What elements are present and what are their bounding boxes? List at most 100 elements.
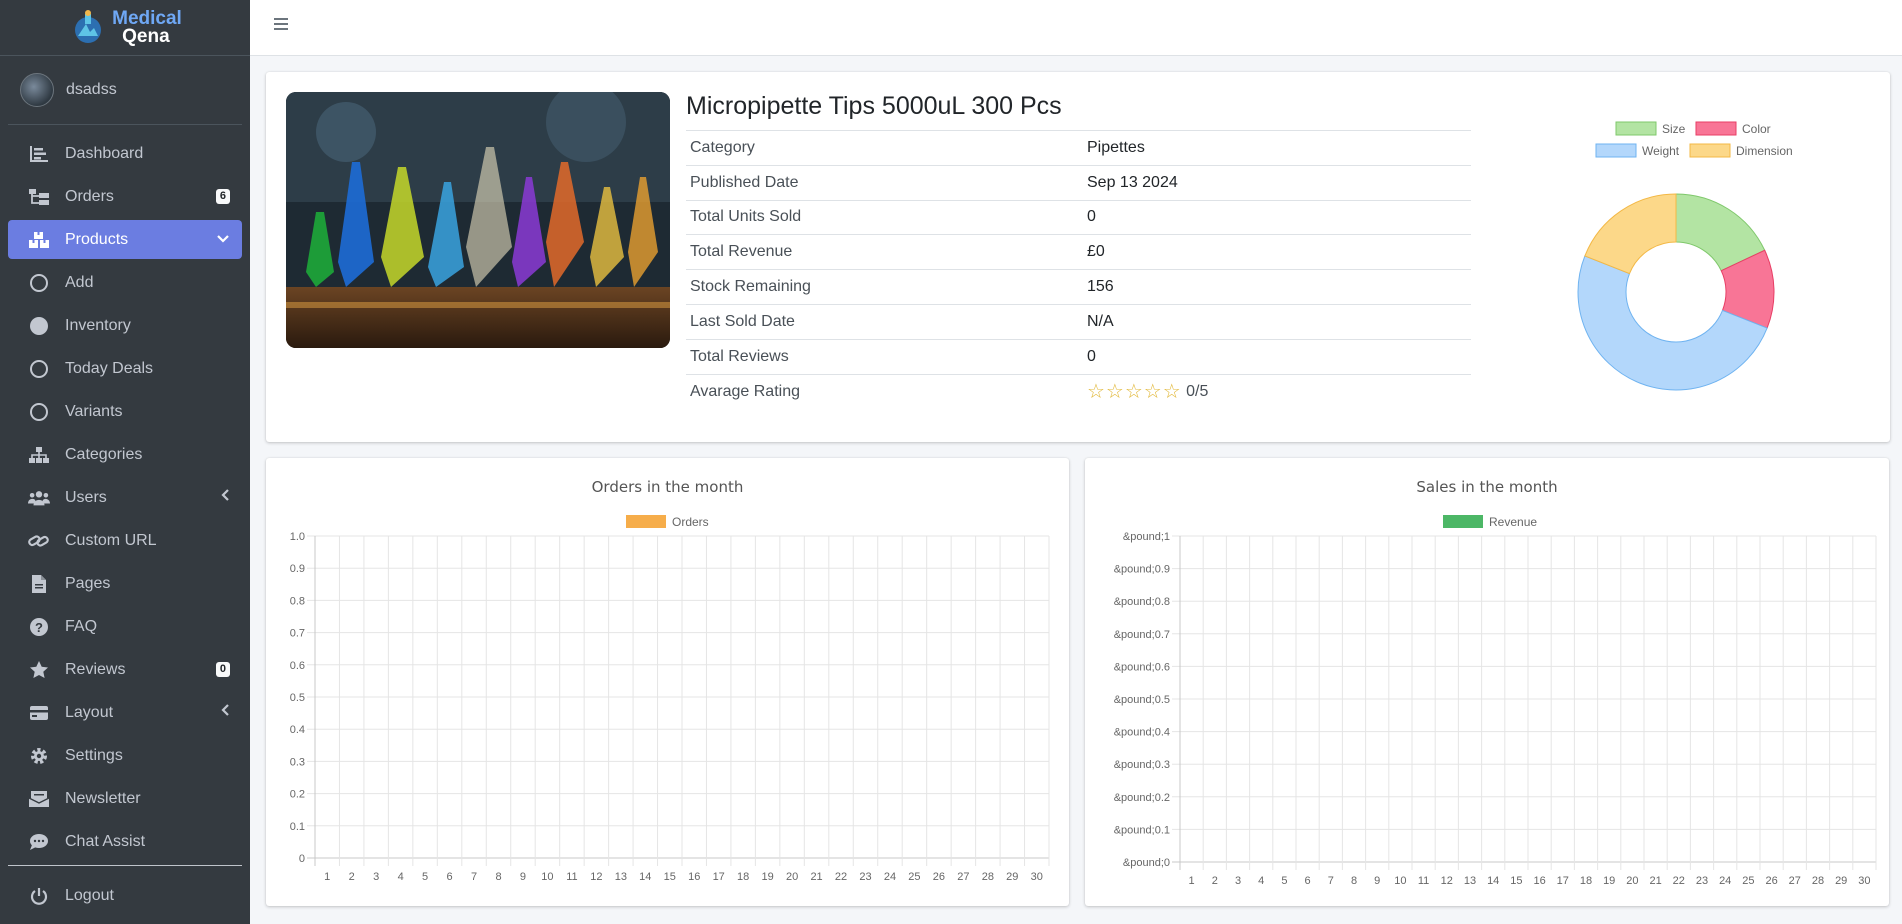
- chevron-left-icon: [220, 488, 230, 507]
- x-tick-label: 4: [398, 871, 404, 883]
- sidebar-item-label: Today Deals: [65, 359, 154, 377]
- x-tick-label: 18: [737, 871, 749, 883]
- logout-label: Logout: [65, 886, 114, 904]
- sidebar-item-settings[interactable]: Settings: [8, 736, 242, 775]
- revenue-value: £0: [1083, 234, 1471, 270]
- x-tick-label: 8: [1351, 875, 1357, 887]
- layout-icon: [28, 705, 50, 721]
- brand-line1: Medical: [112, 7, 182, 29]
- y-tick-label: 0.3: [290, 756, 305, 768]
- table-row: Total Revenue £0: [686, 234, 1471, 270]
- sidebar-nav: Dashboard Orders 6 Products Add Inventor…: [0, 125, 250, 915]
- chat-icon: [28, 833, 50, 851]
- product-image: [286, 92, 670, 348]
- sidebar-item-reviews[interactable]: Reviews 0: [8, 650, 242, 689]
- sidebar-item-label: Custom URL: [65, 531, 157, 549]
- legend-swatch[interactable]: [1443, 515, 1483, 528]
- legend-label[interactable]: Revenue: [1489, 515, 1537, 529]
- legend-swatch[interactable]: [1595, 143, 1637, 158]
- x-tick-label: 1: [1189, 875, 1195, 887]
- sidebar-item-inventory[interactable]: Inventory: [8, 306, 242, 345]
- x-tick-label: 13: [1464, 875, 1476, 887]
- users-icon: [28, 489, 50, 507]
- legend-swatch[interactable]: [626, 515, 666, 528]
- sidebar-item-products[interactable]: Products: [8, 220, 242, 259]
- legend-label[interactable]: Dimension: [1736, 144, 1793, 158]
- circle-outline-icon: [28, 402, 50, 422]
- x-tick-label: 30: [1858, 875, 1870, 887]
- pie-slice-dimension[interactable]: [1584, 193, 1677, 275]
- y-tick-label: 1.0: [290, 531, 305, 543]
- sidebar-item-dashboard[interactable]: Dashboard: [8, 134, 242, 173]
- x-tick-label: 14: [1487, 875, 1499, 887]
- x-tick-label: 17: [1557, 875, 1569, 887]
- row-label: Category: [686, 130, 1083, 166]
- variant-doughnut-chart: Size Color Weight Dimension: [1577, 121, 1793, 391]
- circle-filled-icon: [28, 316, 50, 336]
- x-tick-label: 27: [1789, 875, 1801, 887]
- chevron-left-icon: [220, 703, 230, 722]
- sidebar-item-variants[interactable]: Variants: [8, 392, 242, 431]
- table-row: Stock Remaining 156: [686, 269, 1471, 305]
- y-tick-label: 0.2: [290, 789, 305, 801]
- logout-button[interactable]: Logout: [8, 876, 242, 915]
- user-panel[interactable]: dsadss: [8, 56, 242, 125]
- sitemap-icon: [28, 446, 50, 464]
- circle-outline-icon: [28, 359, 50, 379]
- sidebar-item-label: Dashboard: [65, 144, 144, 162]
- sidebar-item-label: Pages: [65, 574, 111, 592]
- sidebar-item-pages[interactable]: Pages: [8, 564, 242, 603]
- x-tick-label: 10: [1394, 875, 1406, 887]
- x-tick-label: 17: [713, 871, 725, 883]
- hamburger-menu-icon[interactable]: [274, 18, 288, 33]
- chart-icon: [28, 145, 50, 163]
- rating-stars-icon: ☆☆☆☆☆: [1087, 381, 1182, 404]
- sidebar-item-custom-url[interactable]: Custom URL: [8, 521, 242, 560]
- x-tick-label: 19: [762, 871, 774, 883]
- sidebar-item-label: Layout: [65, 703, 114, 721]
- legend-swatch[interactable]: [1615, 121, 1657, 136]
- legend-label[interactable]: Color: [1742, 122, 1771, 136]
- x-tick-label: 27: [957, 871, 969, 883]
- table-row: Category Pipettes: [686, 130, 1471, 166]
- sidebar-item-faq[interactable]: ? FAQ: [8, 607, 242, 646]
- sidebar-item-add[interactable]: Add: [8, 263, 242, 302]
- y-tick-label: 0.7: [290, 628, 305, 640]
- sidebar-item-users[interactable]: Users: [8, 478, 242, 517]
- legend-label[interactable]: Orders: [672, 515, 709, 529]
- row-label: Last Sold Date: [686, 303, 1083, 340]
- sidebar-item-newsletter[interactable]: Newsletter: [8, 779, 242, 818]
- circle-outline-icon: [28, 273, 50, 293]
- y-tick-label: &pound;0.7: [1114, 629, 1170, 641]
- avatar: [20, 73, 54, 107]
- sidebar-item-today-deals[interactable]: Today Deals: [8, 349, 242, 388]
- brand-line2: Qena: [122, 25, 170, 47]
- brand[interactable]: Medical Qena: [0, 0, 250, 56]
- sidebar-item-orders[interactable]: Orders 6: [8, 177, 242, 216]
- x-tick-label: 20: [786, 871, 798, 883]
- x-tick-label: 23: [859, 871, 871, 883]
- x-tick-label: 25: [908, 871, 920, 883]
- x-tick-label: 9: [520, 871, 526, 883]
- x-tick-label: 11: [566, 871, 577, 883]
- legend-swatch[interactable]: [1689, 143, 1731, 158]
- x-tick-label: 5: [422, 871, 428, 883]
- sidebar-item-categories[interactable]: Categories: [8, 435, 242, 474]
- x-tick-label: 19: [1603, 875, 1615, 887]
- gear-icon: [28, 746, 50, 766]
- legend-label[interactable]: Weight: [1642, 144, 1680, 158]
- sidebar-item-layout[interactable]: Layout: [8, 693, 242, 732]
- x-tick-label: 6: [1305, 875, 1311, 887]
- sidebar-item-label: FAQ: [65, 617, 98, 635]
- legend-swatch[interactable]: [1695, 121, 1737, 136]
- sidebar-item-chat-assist[interactable]: Chat Assist: [8, 822, 242, 861]
- sidebar-item-label: Categories: [65, 445, 143, 463]
- y-tick-label: &pound;0.5: [1114, 694, 1170, 706]
- table-row: Total Units Sold 0: [686, 199, 1471, 235]
- x-tick-label: 29: [1006, 871, 1018, 883]
- x-tick-label: 24: [1719, 875, 1731, 887]
- user-name[interactable]: dsadss: [66, 81, 117, 99]
- x-tick-label: 22: [835, 871, 847, 883]
- x-tick-label: 2: [1212, 875, 1218, 887]
- legend-label[interactable]: Size: [1662, 122, 1686, 136]
